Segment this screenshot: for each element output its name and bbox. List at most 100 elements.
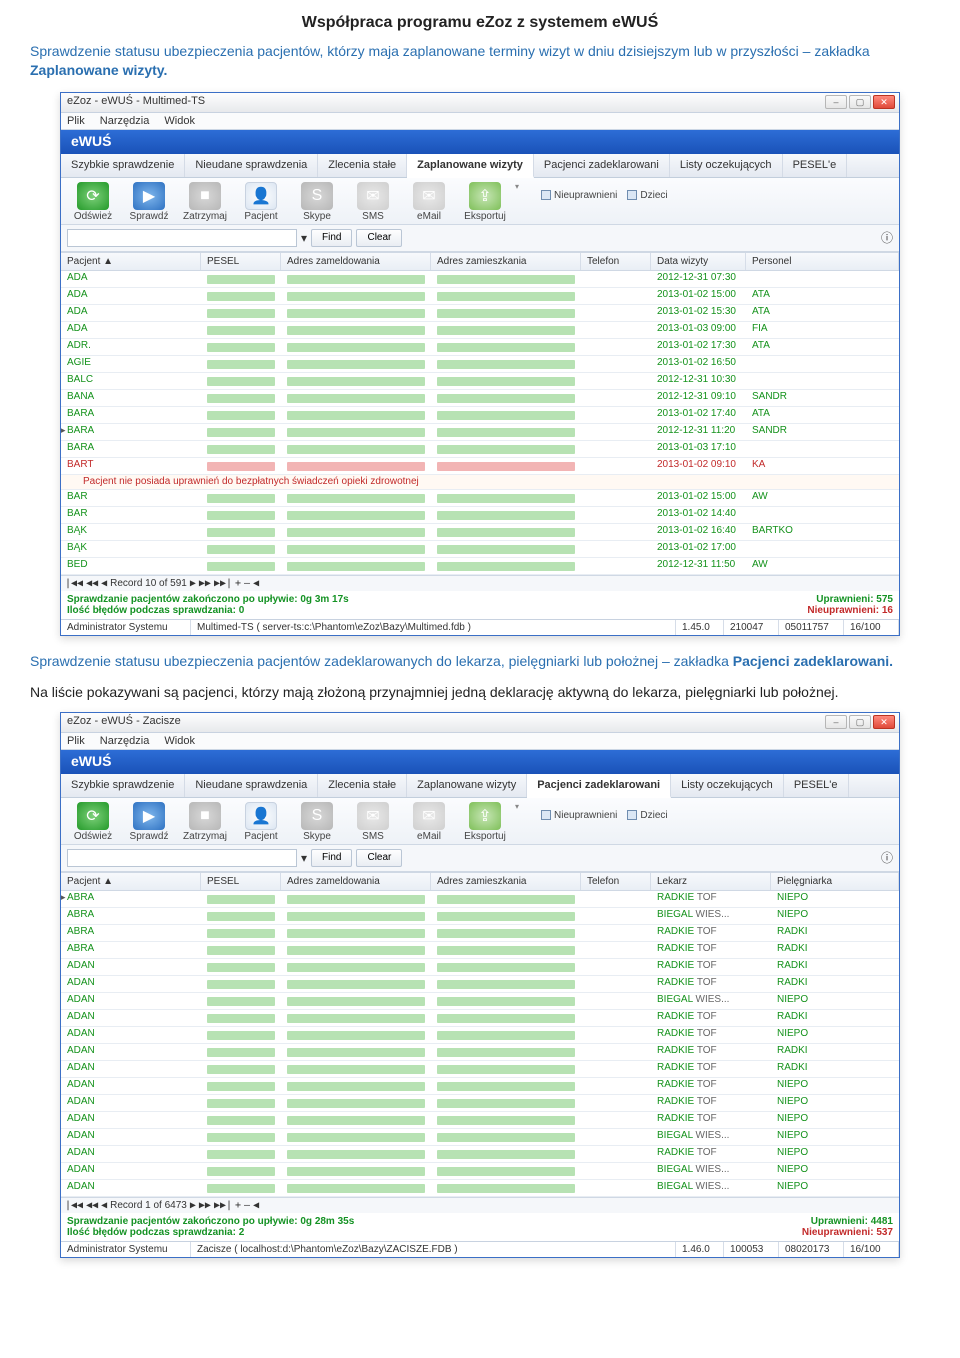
tool-patient[interactable]: 👤Pacjent [235,802,287,842]
table-row[interactable]: BARA2012-12-31 11:20SANDR [61,424,899,441]
table-row[interactable]: ADANRADKIE TOFNIEPO [61,1095,899,1112]
pager-next[interactable]: ▶ [190,1200,196,1211]
minimize-button[interactable]: – [825,95,847,109]
check-nieuprawnieni[interactable]: Nieuprawnieni [541,190,617,201]
col-pacjent[interactable]: Pacjent ▲ [61,253,201,270]
table-row[interactable]: BARA2013-01-02 17:40ATA [61,407,899,424]
table-row[interactable]: ADANRADKIE TOFNIEPO [61,1078,899,1095]
table-row[interactable]: ADANRADKIE TOFNIEPO [61,1146,899,1163]
find-button[interactable]: Find [311,229,352,247]
table-row[interactable]: BĄK2013-01-02 17:00 [61,541,899,558]
tool-email[interactable]: ✉eMail [403,182,455,222]
table-row[interactable]: BALC2012-12-31 10:30 [61,373,899,390]
tab-pesel[interactable]: PESEL'e [784,774,849,797]
check-dzieci[interactable]: Dzieci [627,190,667,201]
table-row[interactable]: AGIE2013-01-02 16:50 [61,356,899,373]
close-button[interactable]: ✕ [873,95,895,109]
col-data-wizyty[interactable]: Data wizyty [651,253,746,270]
table-row[interactable]: ADANBIEGAL WIES...NIEPO [61,1163,899,1180]
table-row[interactable]: BART2013-01-02 09:10KA [61,458,899,475]
table-row[interactable]: ADA2013-01-02 15:00ATA [61,288,899,305]
table-row[interactable]: BED2012-12-31 11:50AW [61,558,899,575]
info-icon[interactable]: ⓘ [881,229,893,246]
pager-last[interactable]: ▶▶| [214,1200,232,1211]
pager-first[interactable]: |◀◀ [65,1200,83,1211]
tab-zadeklarowani[interactable]: Pacjenci zadeklarowani [527,774,671,798]
pager-prev-page[interactable]: ◀◀ [86,1200,98,1211]
tab-listy[interactable]: Listy oczekujących [671,774,784,797]
table-row[interactable]: ADA2013-01-02 15:30ATA [61,305,899,322]
tab-nieudane[interactable]: Nieudane sprawdzenia [185,774,318,797]
table-row[interactable]: ADANRADKIE TOFRADKI [61,1044,899,1061]
table-row[interactable]: ADANRADKIE TOFRADKI [61,959,899,976]
menu-narzedzia[interactable]: Narzędzia [100,115,150,127]
table-row[interactable]: ADANBIEGAL WIES...NIEPO [61,1129,899,1146]
minimize-button[interactable]: – [825,715,847,729]
tool-stop[interactable]: ■Zatrzymaj [179,802,231,842]
export-dropdown-icon[interactable]: ▾ [515,802,527,811]
pager-del[interactable]: – [244,578,250,589]
pager-edit[interactable]: ◀ [253,578,259,589]
table-row[interactable]: BARA2013-01-03 17:10 [61,441,899,458]
col-telefon[interactable]: Telefon [581,873,651,890]
clear-button[interactable]: Clear [356,229,402,247]
table-row[interactable]: ABRARADKIE TOFNIEPO [61,891,899,908]
clear-button[interactable]: Clear [356,849,402,867]
find-button[interactable]: Find [311,849,352,867]
table-row[interactable]: ADA2013-01-03 09:00FIA [61,322,899,339]
filter-dropdown-icon[interactable]: ▾ [301,231,307,245]
tool-sms[interactable]: ✉SMS [347,182,399,222]
table-row[interactable]: BAR2013-01-02 15:00AW [61,490,899,507]
tab-szybkie[interactable]: Szybkie sprawdzenie [61,774,185,797]
tool-check[interactable]: ▶Sprawdź [123,802,175,842]
menu-plik[interactable]: Plik [67,115,85,127]
maximize-button[interactable]: ▢ [849,95,871,109]
menu-widok[interactable]: Widok [164,735,195,747]
tab-szybkie[interactable]: Szybkie sprawdzenie [61,154,185,177]
pager-next-page[interactable]: ▶▶ [199,1200,211,1211]
tool-email[interactable]: ✉eMail [403,802,455,842]
table-row[interactable]: ABRABIEGAL WIES...NIEPO [61,908,899,925]
table-row[interactable]: ADANRADKIE TOFRADKI [61,1061,899,1078]
table-row[interactable]: BAR2013-01-02 14:40 [61,507,899,524]
pager-last[interactable]: ▶▶| [214,578,232,589]
table-row[interactable]: ADANRADKIE TOFRADKI [61,1010,899,1027]
col-adres-meldowania[interactable]: Adres zameldowania [281,253,431,270]
check-dzieci[interactable]: Dzieci [627,810,667,821]
filter-dropdown-icon[interactable]: ▾ [301,851,307,865]
tool-check[interactable]: ▶Sprawdź [123,182,175,222]
menu-narzedzia[interactable]: Narzędzia [100,735,150,747]
tab-nieudane[interactable]: Nieudane sprawdzenia [185,154,318,177]
export-dropdown-icon[interactable]: ▾ [515,182,527,191]
col-adres-zamieszkania[interactable]: Adres zamieszkania [431,253,581,270]
table-row[interactable]: ADR.2013-01-02 17:30ATA [61,339,899,356]
tool-skype[interactable]: SSkype [291,802,343,842]
maximize-button[interactable]: ▢ [849,715,871,729]
pager-add[interactable]: + [235,578,241,589]
tab-zaplanowane[interactable]: Zaplanowane wizyty [407,774,527,797]
tool-export[interactable]: ⇪Eksportuj [459,182,511,222]
tool-stop[interactable]: ■Zatrzymaj [179,182,231,222]
tool-export[interactable]: ⇪Eksportuj [459,802,511,842]
table-row[interactable]: ADANBIEGAL WIES...NIEPO [61,1180,899,1197]
pager-prev[interactable]: ◀ [101,578,107,589]
menu-plik[interactable]: Plik [67,735,85,747]
table-row[interactable]: ADA2012-12-31 07:30 [61,271,899,288]
table-row[interactable]: ABRARADKIE TOFRADKI [61,925,899,942]
tab-pesel[interactable]: PESEL'e [783,154,848,177]
pager-prev[interactable]: ◀ [101,1200,107,1211]
col-pielegniarka[interactable]: Pielęgniarka [771,873,899,890]
tab-zlecenia[interactable]: Zlecenia stałe [318,154,407,177]
tab-zlecenia[interactable]: Zlecenia stałe [318,774,407,797]
col-personel[interactable]: Personel [746,253,899,270]
tool-sms[interactable]: ✉SMS [347,802,399,842]
tab-zadeklarowani[interactable]: Pacjenci zadeklarowani [534,154,670,177]
pager-edit[interactable]: ◀ [253,1200,259,1211]
table-row[interactable]: BANA2012-12-31 09:10SANDR [61,390,899,407]
col-adres-zamieszkania[interactable]: Adres zamieszkania [431,873,581,890]
table-row[interactable]: ADANBIEGAL WIES...NIEPO [61,993,899,1010]
menu-widok[interactable]: Widok [164,115,195,127]
filter-input[interactable] [67,229,297,247]
tool-patient[interactable]: 👤Pacjent [235,182,287,222]
pager-prev-page[interactable]: ◀◀ [86,578,98,589]
